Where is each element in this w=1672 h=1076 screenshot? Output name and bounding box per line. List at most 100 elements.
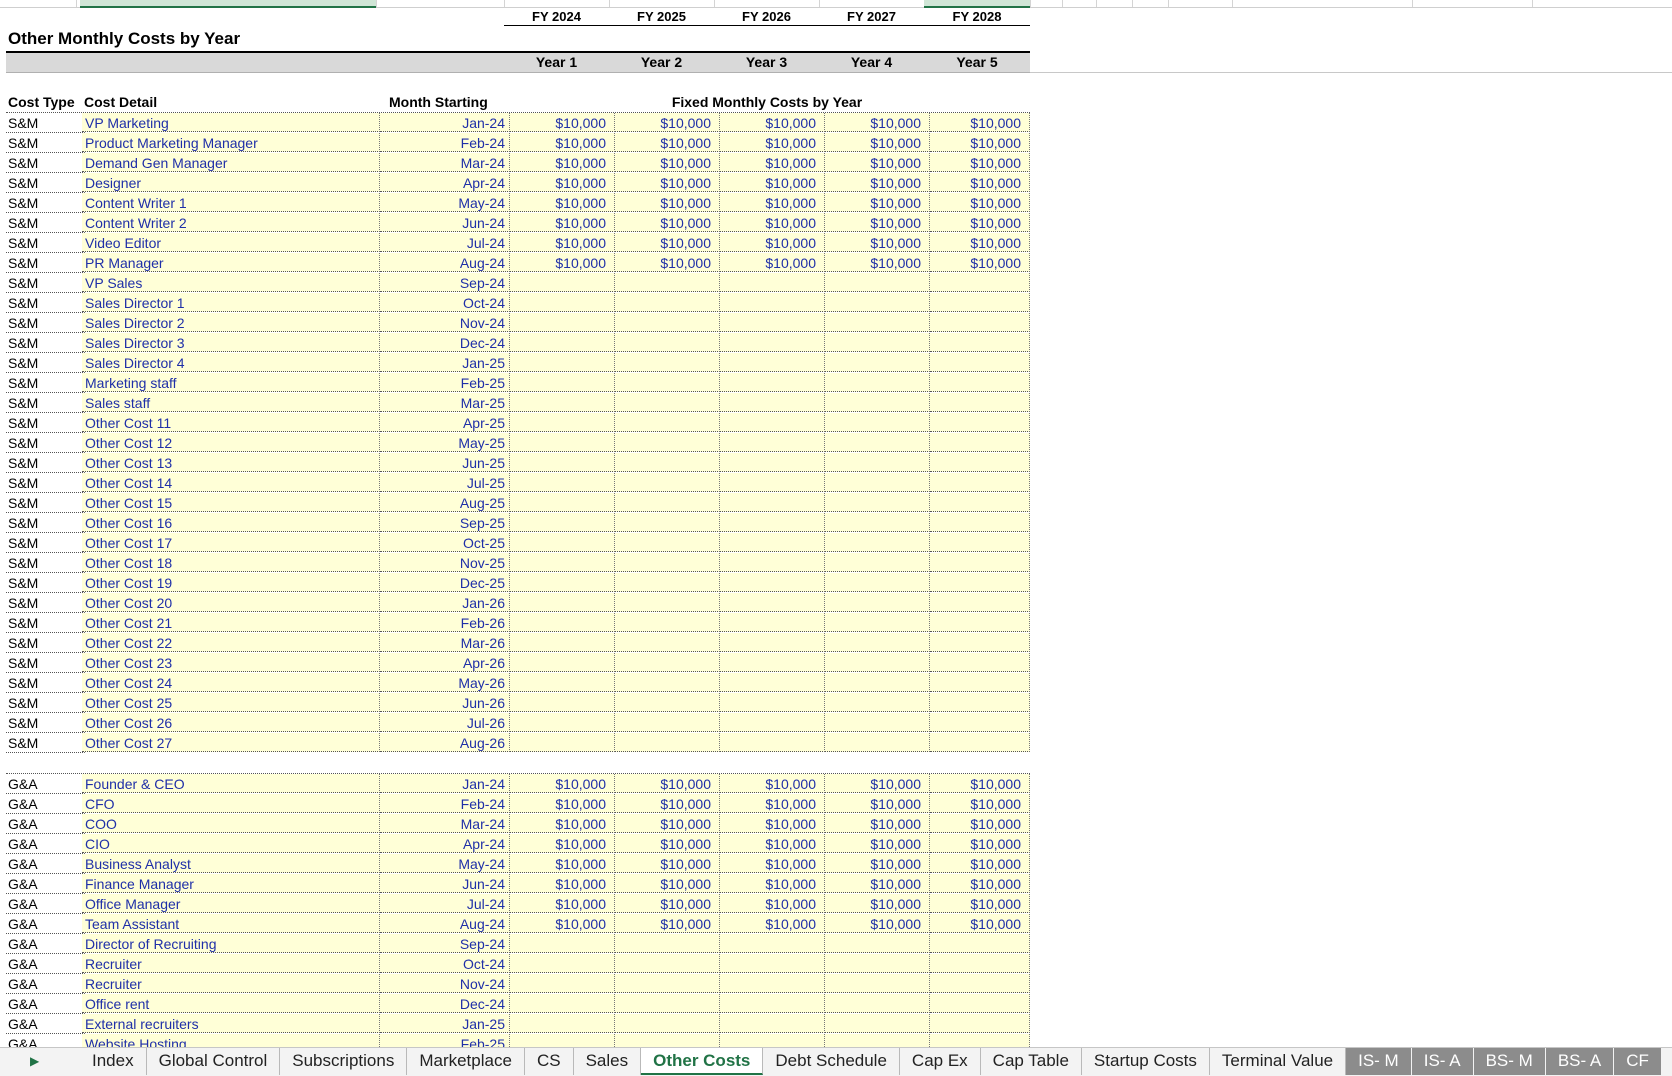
year-1-cost-input[interactable]: $10,000: [510, 894, 615, 913]
column-header-cell[interactable]: [376, 0, 505, 7]
year-2-cost-input[interactable]: [615, 713, 720, 732]
month-starting-input[interactable]: Jan-26: [380, 593, 510, 612]
year-4-cost-input[interactable]: [825, 433, 930, 452]
sheet-tab-cs[interactable]: CS: [524, 1048, 574, 1075]
fy-header[interactable]: FY 2026: [714, 9, 819, 24]
year-2-cost-input[interactable]: [615, 473, 720, 492]
year-5-cost-input[interactable]: $10,000: [930, 874, 1030, 893]
year-5-cost-input[interactable]: [930, 373, 1030, 392]
month-starting-input[interactable]: Nov-25: [380, 553, 510, 572]
cost-type-cell[interactable]: S&M: [6, 613, 85, 633]
year-4-cost-input[interactable]: [825, 593, 930, 612]
year-2-cost-input[interactable]: $10,000: [615, 874, 720, 893]
year-3-cost-input[interactable]: $10,000: [720, 193, 825, 212]
year-1-cost-input[interactable]: [510, 353, 615, 372]
year-3-cost-input[interactable]: $10,000: [720, 774, 825, 793]
month-starting-input[interactable]: Jan-25: [380, 1014, 510, 1033]
year-4-cost-input[interactable]: [825, 994, 930, 1013]
month-starting-input[interactable]: Jul-26: [380, 713, 510, 732]
cost-detail-input[interactable]: Other Cost 25: [82, 693, 380, 712]
year-5-cost-input[interactable]: $10,000: [930, 113, 1030, 132]
year-3-cost-input[interactable]: [720, 934, 825, 953]
year-3-cost-input[interactable]: [720, 633, 825, 652]
sheet-tab-cf[interactable]: CF: [1614, 1048, 1662, 1075]
cost-type-cell[interactable]: S&M: [6, 133, 85, 153]
year-2-cost-input[interactable]: [615, 273, 720, 292]
year-1-cost-input[interactable]: [510, 533, 615, 552]
month-starting-input[interactable]: Jun-26: [380, 693, 510, 712]
triangle-right-icon[interactable]: ▶: [30, 1054, 39, 1068]
year-label[interactable]: Year 4: [819, 54, 924, 70]
year-3-cost-input[interactable]: $10,000: [720, 113, 825, 132]
year-2-cost-input[interactable]: [615, 333, 720, 352]
cost-type-cell[interactable]: S&M: [6, 513, 85, 533]
year-3-cost-input[interactable]: [720, 733, 825, 752]
year-4-cost-input[interactable]: [825, 974, 930, 993]
year-5-cost-input[interactable]: [930, 633, 1030, 652]
year-2-cost-input[interactable]: [615, 413, 720, 432]
cost-detail-input[interactable]: Designer: [82, 173, 380, 192]
year-5-cost-input[interactable]: [930, 533, 1030, 552]
year-3-cost-input[interactable]: [720, 493, 825, 512]
cost-type-cell[interactable]: S&M: [6, 593, 85, 613]
cost-detail-input[interactable]: Other Cost 18: [82, 553, 380, 572]
cost-detail-input[interactable]: Other Cost 11: [82, 413, 380, 432]
column-header-cell[interactable]: [0, 0, 77, 7]
cost-type-cell[interactable]: G&A: [6, 814, 85, 834]
year-5-cost-input[interactable]: [930, 353, 1030, 372]
year-1-cost-input[interactable]: [510, 733, 615, 752]
year-2-cost-input[interactable]: [615, 573, 720, 592]
column-header-cell[interactable]: [1232, 0, 1413, 7]
year-3-cost-input[interactable]: [720, 653, 825, 672]
year-3-cost-input[interactable]: [720, 513, 825, 532]
year-3-cost-input[interactable]: [720, 533, 825, 552]
month-starting-input[interactable]: Jul-24: [380, 233, 510, 252]
cost-detail-input[interactable]: Product Marketing Manager: [82, 133, 380, 152]
year-1-cost-input[interactable]: [510, 553, 615, 572]
sheet-tab-terminal-value[interactable]: Terminal Value: [1209, 1048, 1347, 1075]
year-2-cost-input[interactable]: [615, 533, 720, 552]
month-starting-input[interactable]: Jun-24: [380, 874, 510, 893]
cost-type-cell[interactable]: S&M: [6, 213, 85, 233]
sheet-tab-global-control[interactable]: Global Control: [146, 1048, 281, 1075]
cost-detail-input[interactable]: Other Cost 16: [82, 513, 380, 532]
cost-type-cell[interactable]: G&A: [6, 1014, 85, 1034]
year-3-cost-input[interactable]: $10,000: [720, 914, 825, 933]
year-4-cost-input[interactable]: [825, 353, 930, 372]
year-3-cost-input[interactable]: [720, 473, 825, 492]
fy-header[interactable]: FY 2027: [819, 9, 924, 24]
year-5-cost-input[interactable]: $10,000: [930, 894, 1030, 913]
year-1-cost-input[interactable]: $10,000: [510, 193, 615, 212]
cost-detail-input[interactable]: Other Cost 13: [82, 453, 380, 472]
cost-detail-input[interactable]: Content Writer 1: [82, 193, 380, 212]
year-4-cost-input[interactable]: $10,000: [825, 173, 930, 192]
year-5-cost-input[interactable]: [930, 473, 1030, 492]
cost-type-cell[interactable]: S&M: [6, 253, 85, 273]
year-2-cost-input[interactable]: [615, 994, 720, 1013]
month-starting-input[interactable]: Aug-25: [380, 493, 510, 512]
cost-detail-input[interactable]: PR Manager: [82, 253, 380, 272]
year-2-cost-input[interactable]: [615, 453, 720, 472]
year-2-cost-input[interactable]: [615, 693, 720, 712]
column-header-cell[interactable]: [609, 0, 715, 7]
year-2-cost-input[interactable]: [615, 433, 720, 452]
month-starting-input[interactable]: Jul-24: [380, 894, 510, 913]
cost-detail-input[interactable]: VP Marketing: [82, 113, 380, 132]
year-4-cost-input[interactable]: [825, 293, 930, 312]
year-4-cost-input[interactable]: $10,000: [825, 894, 930, 913]
column-header-cell[interactable]: [1096, 0, 1133, 7]
year-1-cost-input[interactable]: [510, 593, 615, 612]
cost-type-cell[interactable]: S&M: [6, 673, 85, 693]
year-5-cost-input[interactable]: $10,000: [930, 794, 1030, 813]
year-3-cost-input[interactable]: [720, 293, 825, 312]
year-3-cost-input[interactable]: [720, 553, 825, 572]
month-starting-input[interactable]: Mar-26: [380, 633, 510, 652]
month-starting-input[interactable]: Jun-25: [380, 453, 510, 472]
year-1-cost-input[interactable]: [510, 1014, 615, 1033]
year-5-cost-input[interactable]: [930, 413, 1030, 432]
year-5-cost-input[interactable]: [930, 573, 1030, 592]
year-4-cost-input[interactable]: $10,000: [825, 233, 930, 252]
year-2-cost-input[interactable]: [615, 633, 720, 652]
cost-detail-input[interactable]: Recruiter: [82, 974, 380, 993]
cost-type-cell[interactable]: G&A: [6, 994, 85, 1014]
